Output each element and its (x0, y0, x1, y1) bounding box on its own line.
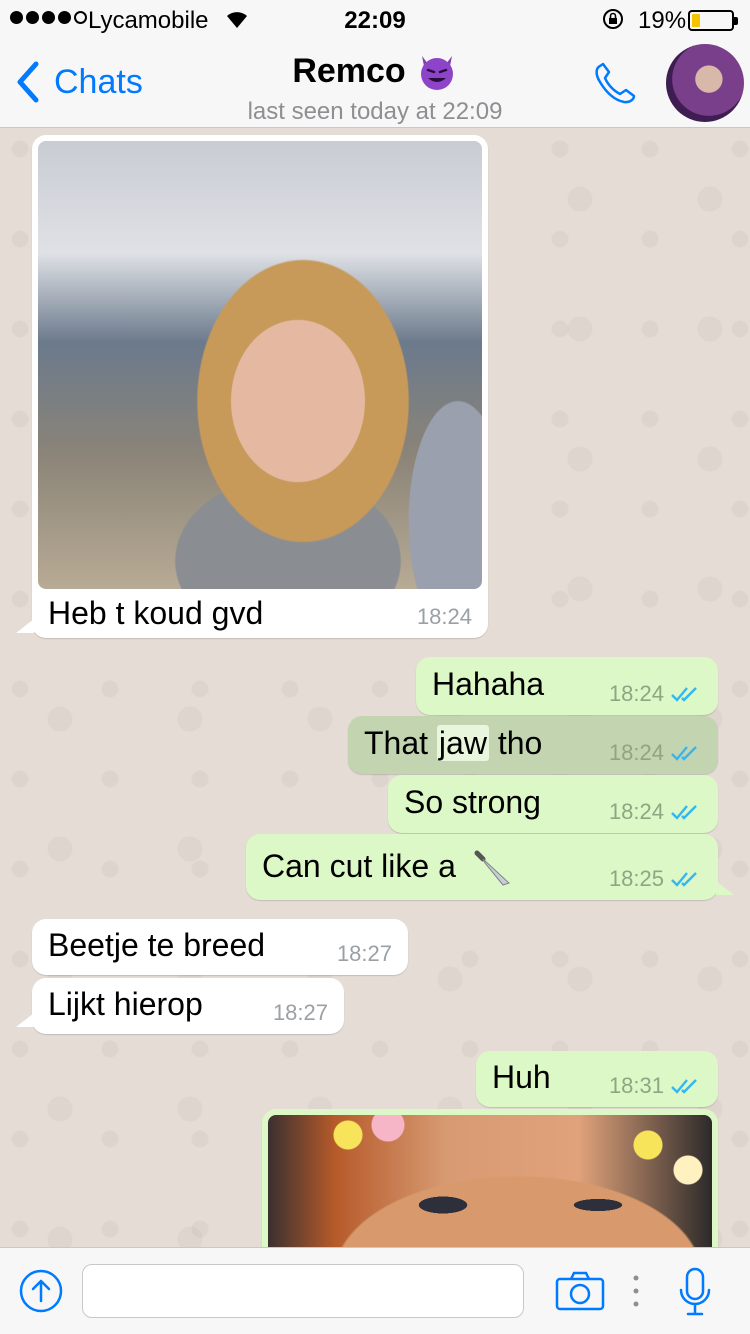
knife-icon (474, 850, 510, 886)
message-text: Can cut like a (262, 848, 513, 889)
message-meta: 18:24 (609, 740, 702, 766)
message-time: 18:24 (416, 604, 472, 629)
double-check-read-icon (671, 746, 697, 761)
message-input[interactable] (82, 1264, 524, 1318)
message-time: 18:24 (608, 799, 664, 824)
message-time: 18:24 (608, 681, 664, 706)
photo-attachment[interactable] (38, 141, 482, 589)
message-text: So strong (404, 784, 541, 820)
message-list[interactable]: Heb t koud gvd 18:24 Hahaha 18:24 That j… (0, 129, 750, 1247)
message-time: 18:27 (272, 1000, 328, 1025)
battery-percent: 19% (638, 7, 687, 34)
double-check-read-icon (671, 872, 697, 887)
double-check-read-icon (671, 687, 697, 702)
outgoing-message[interactable]: So strong 18:24 (388, 775, 718, 833)
microphone-icon[interactable] (678, 1266, 712, 1318)
bubble-tail (16, 1013, 34, 1027)
message-text: Hahaha (432, 666, 545, 702)
rotation-lock-icon (603, 9, 623, 29)
outgoing-photo-message[interactable] (262, 1109, 718, 1247)
incoming-message[interactable]: Beetje te breed 18:27 (32, 919, 408, 975)
share-upload-icon[interactable] (18, 1268, 64, 1314)
incoming-photo-message[interactable]: Heb t koud gvd 18:24 (32, 135, 488, 638)
message-text: That jaw tho (364, 725, 543, 761)
message-meta: 18:24 (609, 681, 702, 707)
outgoing-message-selected[interactable]: That jaw tho 18:24 (348, 716, 718, 774)
message-meta: 18:24 (609, 799, 702, 825)
contact-avatar[interactable] (666, 44, 744, 122)
message-meta: 18:31 (609, 1073, 702, 1099)
phone-call-icon[interactable] (590, 58, 640, 108)
smiling-devil-icon (420, 56, 453, 90)
incoming-message[interactable]: Lijkt hierop 18:27 (32, 978, 344, 1034)
message-time: 18:25 (608, 866, 664, 891)
battery-icon (688, 10, 738, 31)
bubble-tail (716, 881, 734, 895)
message-composer (0, 1247, 750, 1334)
bubble-tail (16, 619, 34, 633)
message-text: Beetje te breed (48, 927, 266, 963)
status-bar: Lycamobile 22:09 19% (0, 0, 750, 40)
camera-icon[interactable] (554, 1270, 606, 1312)
double-check-read-icon (671, 1079, 697, 1094)
outgoing-message[interactable]: Hahaha 18:24 (416, 657, 718, 715)
photo-attachment[interactable] (268, 1115, 712, 1247)
message-meta: 18:25 (609, 866, 702, 892)
message-time: 18:31 (608, 1073, 664, 1098)
message-text: Heb t koud gvd (48, 595, 264, 631)
contact-name: Remco (292, 50, 457, 92)
more-options-icon[interactable] (632, 1274, 640, 1308)
outgoing-message[interactable]: Can cut like a 18:25 (246, 834, 718, 900)
outgoing-message[interactable]: Huh 18:31 (476, 1051, 718, 1107)
message-text: Lijkt hierop (48, 986, 203, 1022)
chat-header: Chats Remco last seen today at 22:09 (0, 40, 750, 128)
message-text: Huh (492, 1059, 551, 1095)
message-time: 18:24 (608, 740, 664, 765)
message-time: 18:27 (336, 941, 392, 966)
double-check-read-icon (671, 805, 697, 820)
